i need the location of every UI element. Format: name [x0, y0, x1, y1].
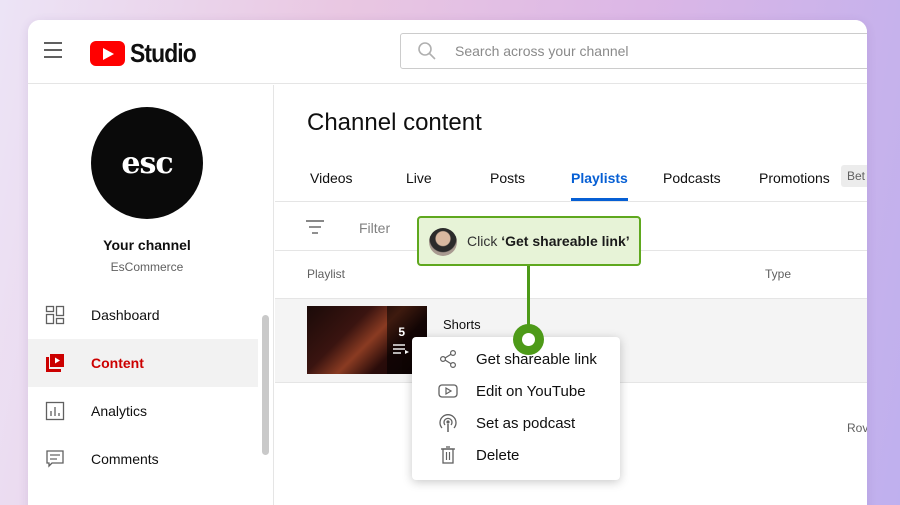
playlist-title[interactable]: Shorts [443, 317, 481, 332]
trash-icon [441, 446, 455, 464]
tab-posts[interactable]: Posts [490, 170, 525, 201]
youtube-icon [438, 384, 458, 398]
beta-badge: Bet [841, 165, 867, 187]
share-icon [439, 349, 457, 369]
sidebar-item-label: Dashboard [91, 307, 160, 323]
sidebar-item-analytics[interactable]: Analytics [28, 387, 258, 435]
tab-videos[interactable]: Videos [310, 170, 353, 201]
sidebar-item-label: Comments [91, 451, 159, 467]
content-tabs: Videos Live Posts Playlists Podcasts Pro… [275, 165, 867, 202]
sidebar-item-comments[interactable]: Comments [28, 435, 258, 483]
sidebar-nav: Dashboard Content Analytics Comments [28, 291, 258, 483]
playlist-icon [393, 344, 409, 354]
page-title: Channel content [307, 109, 482, 136]
youtube-studio-logo[interactable]: Studio [90, 38, 205, 69]
comments-icon [46, 450, 64, 468]
channel-avatar[interactable]: esc [91, 107, 203, 219]
context-menu: Get shareable link Edit on YouTube Set a… [412, 337, 620, 480]
playlist-thumbnail[interactable]: 5 [307, 306, 427, 374]
tab-podcasts[interactable]: Podcasts [663, 170, 721, 201]
search-box[interactable] [400, 33, 867, 69]
callout-text: Click ‘Get shareable link’ [467, 233, 630, 249]
podcast-icon [439, 414, 457, 432]
column-header-playlist[interactable]: Playlist [307, 267, 345, 281]
menu-item-edit-on-youtube[interactable]: Edit on YouTube [412, 375, 620, 407]
menu-item-label: Delete [476, 446, 520, 464]
dashboard-icon [45, 305, 65, 325]
callout-prefix: Click [467, 233, 502, 249]
menu-item-label: Edit on YouTube [476, 382, 586, 400]
menu-item-label: Get shareable link [476, 350, 597, 368]
rows-per-page-label: Rov [847, 421, 867, 435]
menu-item-delete[interactable]: Delete [412, 439, 620, 471]
youtube-play-icon [90, 41, 125, 66]
menu-item-set-as-podcast[interactable]: Set as podcast [412, 407, 620, 439]
channel-title: Your channel [103, 237, 191, 253]
logo-text: Studio [130, 38, 197, 68]
sidebar-item-dashboard[interactable]: Dashboard [28, 291, 258, 339]
filter-input[interactable]: Filter [359, 220, 390, 236]
tab-playlists[interactable]: Playlists [571, 170, 628, 201]
tab-promotions[interactable]: Promotions [759, 170, 830, 201]
sidebar-item-content[interactable]: Content [28, 339, 258, 387]
callout-connector [527, 266, 530, 328]
search-icon [418, 42, 436, 60]
sidebar: esc Your channel EsCommerce Dashboard Co… [28, 85, 274, 505]
sidebar-scrollbar[interactable] [262, 315, 269, 455]
content-icon [46, 354, 64, 372]
analytics-icon [45, 401, 65, 421]
click-target-indicator [513, 324, 544, 355]
sidebar-item-label: Content [91, 355, 144, 371]
menu-icon[interactable] [44, 42, 64, 58]
column-header-type[interactable]: Type [765, 267, 791, 281]
tab-live[interactable]: Live [406, 170, 432, 201]
channel-handle: EsCommerce [110, 260, 184, 274]
tutorial-callout: Click ‘Get shareable link’ [417, 216, 641, 266]
top-bar: Studio [28, 20, 867, 84]
video-count: 5 [398, 325, 405, 339]
filter-icon[interactable] [305, 219, 325, 235]
callout-emphasis: ‘Get shareable link’ [501, 233, 630, 249]
menu-item-label: Set as podcast [476, 414, 576, 432]
sidebar-item-label: Analytics [91, 403, 148, 419]
guide-avatar [429, 228, 457, 256]
search-input[interactable] [455, 43, 835, 59]
